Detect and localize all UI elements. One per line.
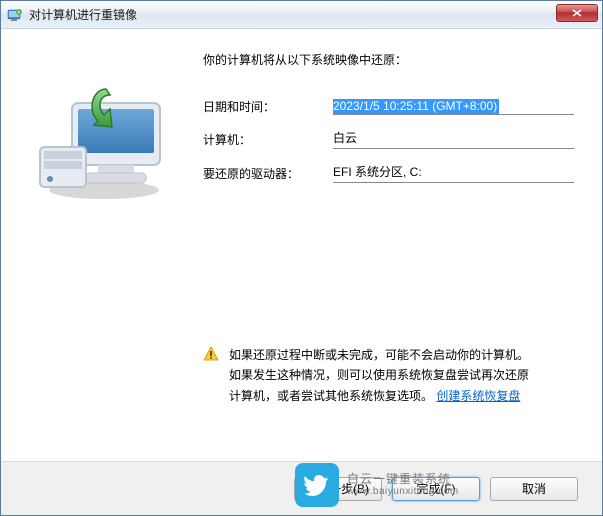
window-title: 对计算机进行重镜像 bbox=[29, 6, 137, 23]
right-column: 你的计算机将从以下系统映像中还原： 日期和时间： 2023/1/5 10:25:… bbox=[203, 51, 574, 406]
datetime-label: 日期和时间： bbox=[203, 98, 333, 115]
button-bar: < 上一步(B) 完成(F) 取消 白云一键重装系统 www.baiyunxit… bbox=[1, 461, 602, 515]
warning-line2b: 计算机，或者尝试其他系统恢复选项。 bbox=[229, 389, 433, 403]
cancel-button[interactable]: 取消 bbox=[490, 477, 578, 501]
datetime-value: 2023/1/5 10:25:11 (GMT+8:00) bbox=[333, 99, 499, 114]
watermark-line1: 白云一键重装系统 bbox=[347, 472, 459, 486]
titlebar: 对计算机进行重镜像 bbox=[1, 1, 602, 29]
watermark-line2: www.baiyunxitong.com bbox=[347, 486, 459, 498]
create-recovery-disk-link[interactable]: 创建系统恢复盘 bbox=[436, 389, 520, 403]
bird-icon bbox=[304, 474, 330, 496]
info-row-drives: 要还原的驱动器： EFI 系统分区, C: bbox=[203, 163, 574, 183]
watermark: 白云一键重装系统 www.baiyunxitong.com bbox=[295, 463, 459, 507]
drives-value: EFI 系统分区, C: bbox=[333, 163, 574, 183]
computer-value: 白云 bbox=[333, 129, 574, 149]
content-columns: 你的计算机将从以下系统映像中还原： 日期和时间： 2023/1/5 10:25:… bbox=[29, 51, 574, 406]
close-button[interactable] bbox=[556, 4, 598, 22]
watermark-text: 白云一键重装系统 www.baiyunxitong.com bbox=[347, 472, 459, 498]
computer-label: 计算机： bbox=[203, 131, 333, 148]
warning-line2a: 如果发生这种情况，则可以使用系统恢复盘尝试再次还原 bbox=[229, 368, 529, 382]
restore-hero-icon bbox=[34, 85, 174, 205]
info-row-computer: 计算机： 白云 bbox=[203, 129, 574, 149]
info-row-datetime: 日期和时间： 2023/1/5 10:25:11 (GMT+8:00) bbox=[203, 98, 574, 115]
intro-text: 你的计算机将从以下系统映像中还原： bbox=[203, 51, 574, 68]
warning-icon bbox=[203, 346, 219, 362]
drives-label: 要还原的驱动器： bbox=[203, 165, 333, 182]
warning-line1: 如果还原过程中断或未完成，可能不会启动你的计算机。 bbox=[229, 348, 529, 362]
warning-block: 如果还原过程中断或未完成，可能不会启动你的计算机。 如果发生这种情况，则可以使用… bbox=[203, 345, 574, 406]
app-icon bbox=[7, 7, 23, 23]
wizard-window: 对计算机进行重镜像 bbox=[0, 0, 603, 516]
watermark-logo bbox=[295, 463, 339, 507]
datetime-value-wrap: 2023/1/5 10:25:11 (GMT+8:00) bbox=[333, 99, 574, 115]
left-column bbox=[29, 51, 179, 406]
content-area: 你的计算机将从以下系统映像中还原： 日期和时间： 2023/1/5 10:25:… bbox=[1, 29, 602, 461]
close-icon bbox=[572, 9, 582, 17]
warning-text: 如果还原过程中断或未完成，可能不会启动你的计算机。 如果发生这种情况，则可以使用… bbox=[229, 345, 529, 406]
